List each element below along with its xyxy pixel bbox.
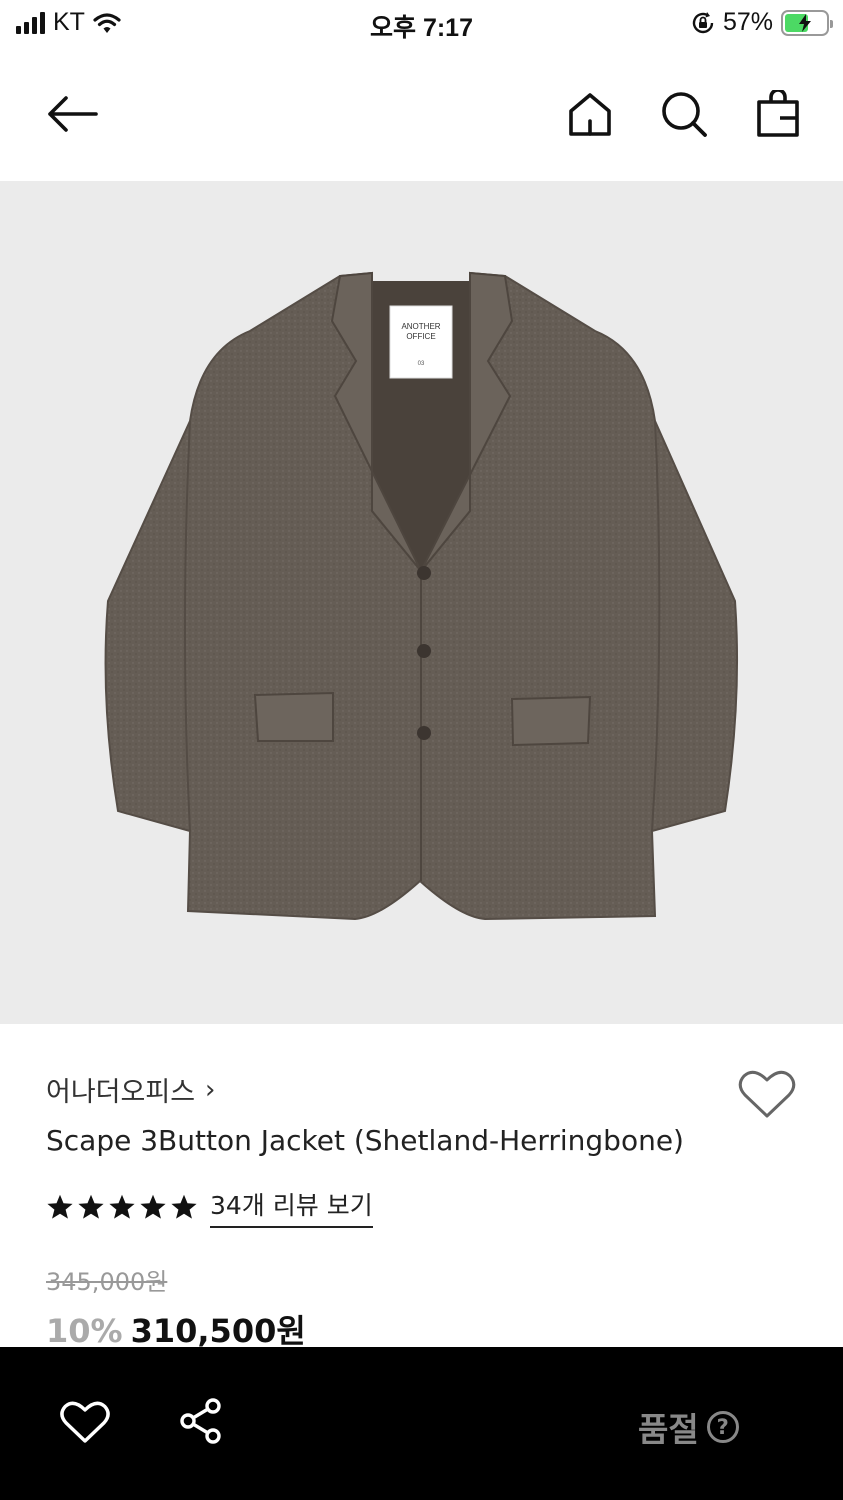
- sold-out-status: 품절 ?: [638, 1403, 739, 1451]
- star-rating: [46, 1193, 198, 1221]
- share-button[interactable]: [178, 1397, 226, 1447]
- bottom-action-bar: 품절 ?: [0, 1347, 843, 1500]
- wishlist-button[interactable]: [738, 1068, 798, 1124]
- bottom-wishlist-button[interactable]: [60, 1399, 112, 1447]
- battery-icon: [781, 9, 833, 36]
- brand-label-line1: ANOTHER: [401, 322, 440, 331]
- star-icon: [109, 1194, 135, 1219]
- brand-name: 어나더오피스: [46, 1077, 196, 1108]
- sale-price: 310,500원: [130, 1312, 306, 1350]
- shopping-bag-icon: [757, 90, 799, 137]
- home-icon: [569, 93, 611, 136]
- chevron-right-icon: ›: [205, 1074, 216, 1105]
- back-arrow-icon: [48, 96, 98, 132]
- sold-out-label: 품절: [638, 1410, 699, 1449]
- brand-link[interactable]: 어나더오피스 ›: [46, 1070, 215, 1109]
- heart-icon: [60, 1401, 110, 1443]
- product-title: Scape 3Button Jacket (Shetland-Herringbo…: [46, 1124, 684, 1157]
- brand-label-size: 03: [418, 361, 425, 367]
- share-icon: [180, 1398, 221, 1444]
- brand-label-line2: OFFICE: [406, 332, 435, 341]
- help-icon[interactable]: ?: [706, 1411, 739, 1443]
- home-button[interactable]: [560, 84, 620, 144]
- heart-icon: [738, 1070, 796, 1118]
- product-image[interactable]: ANOTHER OFFICE 03: [0, 181, 843, 1024]
- battery-percent: 57%: [722, 8, 773, 36]
- star-icon: [171, 1194, 197, 1219]
- rating-row: 34개 리뷰 보기: [46, 1186, 373, 1228]
- top-nav: [0, 62, 843, 162]
- charging-bolt-icon: [799, 13, 811, 32]
- search-icon: [662, 92, 707, 137]
- discount-rate: 10%: [46, 1312, 123, 1350]
- star-icon: [78, 1194, 104, 1219]
- rotation-lock-icon: [692, 11, 714, 33]
- star-icon: [140, 1194, 166, 1219]
- jacket-image: ANOTHER OFFICE 03: [104, 271, 739, 921]
- search-button[interactable]: [654, 84, 714, 144]
- status-bar: KT 오후 7:17 57%: [0, 0, 843, 50]
- original-price: 345,000원: [46, 1268, 168, 1296]
- back-button[interactable]: [42, 84, 102, 144]
- cart-button[interactable]: [748, 84, 808, 144]
- star-icon: [47, 1194, 73, 1219]
- review-link[interactable]: 34개 리뷰 보기: [210, 1186, 373, 1228]
- price-row: 10% 310,500원: [46, 1306, 306, 1352]
